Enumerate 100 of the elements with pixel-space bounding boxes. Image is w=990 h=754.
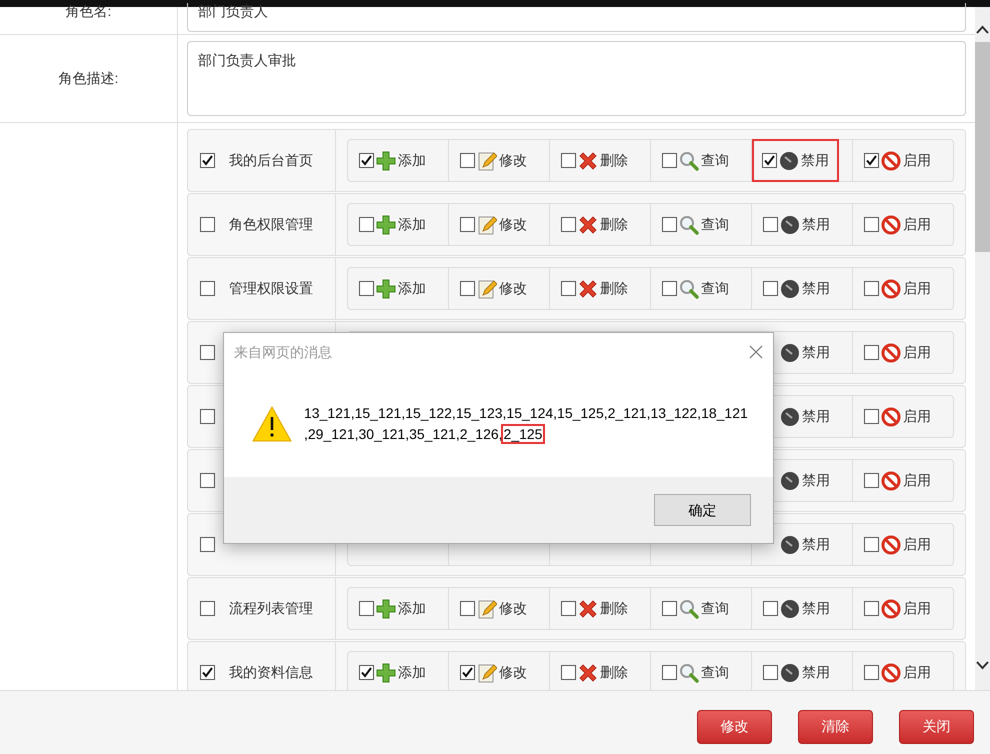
checkbox[interactable]: [359, 217, 374, 232]
checkbox[interactable]: [200, 217, 215, 232]
permission-option[interactable]: 添加: [358, 269, 427, 308]
checkbox[interactable]: [763, 217, 778, 232]
role-name-field[interactable]: 部门负责人: [187, 3, 966, 32]
checkbox[interactable]: [200, 409, 215, 424]
permission-option[interactable]: 禁用: [762, 205, 831, 244]
action-button[interactable]: 关闭: [899, 710, 974, 744]
action-button[interactable]: 清除: [798, 710, 873, 744]
checkbox[interactable]: [763, 281, 778, 296]
checkbox[interactable]: [864, 409, 879, 424]
checkbox[interactable]: [662, 281, 677, 296]
checkbox[interactable]: [460, 217, 475, 232]
permission-label: 启用: [903, 279, 931, 298]
checkbox[interactable]: [864, 473, 879, 488]
permission-option[interactable]: 禁用: [762, 589, 831, 628]
checkbox[interactable]: [359, 601, 374, 616]
checkbox[interactable]: [662, 665, 677, 680]
checkbox[interactable]: [200, 153, 215, 168]
checkbox[interactable]: [200, 601, 215, 616]
permission-option[interactable]: 删除: [560, 589, 629, 628]
magnifier-icon: [679, 598, 699, 618]
checkbox[interactable]: [460, 601, 475, 616]
checkbox[interactable]: [460, 153, 475, 168]
checkbox[interactable]: [864, 281, 879, 296]
checkbox[interactable]: [359, 153, 374, 168]
ok-button[interactable]: 确定: [654, 494, 751, 526]
scroll-thumb[interactable]: [975, 42, 990, 252]
checkbox[interactable]: [200, 345, 215, 360]
permission-option[interactable]: 修改: [459, 653, 528, 690]
permission-option[interactable]: 修改: [459, 589, 528, 628]
permission-option[interactable]: 禁用: [762, 269, 831, 308]
permission-option[interactable]: 启用: [863, 269, 932, 308]
checkbox[interactable]: [864, 601, 879, 616]
permission-option[interactable]: 查询: [661, 589, 730, 628]
permission-option[interactable]: 禁用: [762, 461, 831, 500]
checkbox[interactable]: [359, 281, 374, 296]
permission-option[interactable]: 删除: [560, 269, 629, 308]
permission-option[interactable]: 禁用: [762, 397, 831, 436]
permission-label: 启用: [903, 535, 931, 554]
checkbox[interactable]: [662, 601, 677, 616]
checkbox[interactable]: [864, 537, 879, 552]
scrollbar[interactable]: [975, 7, 990, 690]
checkbox[interactable]: [763, 665, 778, 680]
checkbox[interactable]: [762, 153, 777, 168]
action-button[interactable]: 修改: [697, 710, 772, 744]
permission-option[interactable]: 启用: [863, 461, 932, 500]
permission-option[interactable]: 删除: [560, 205, 629, 244]
scroll-up-icon[interactable]: [976, 25, 989, 34]
permission-option[interactable]: 添加: [358, 589, 427, 628]
permission-option[interactable]: 查询: [661, 205, 730, 244]
checkbox[interactable]: [460, 665, 475, 680]
checkbox[interactable]: [864, 345, 879, 360]
checkbox[interactable]: [460, 281, 475, 296]
permission-option[interactable]: 查询: [661, 141, 730, 180]
checkbox[interactable]: [864, 153, 879, 168]
permission-option[interactable]: 启用: [863, 333, 932, 372]
permission-option[interactable]: 查询: [661, 653, 730, 690]
checkbox[interactable]: [200, 281, 215, 296]
role-desc-field[interactable]: 部门负责人审批: [187, 41, 966, 116]
permission-option[interactable]: 查询: [661, 269, 730, 308]
permission-option[interactable]: 启用: [863, 525, 932, 564]
checkbox[interactable]: [200, 537, 215, 552]
checkbox[interactable]: [200, 473, 215, 488]
permission-option[interactable]: 启用: [863, 589, 932, 628]
permission-option[interactable]: 启用: [863, 653, 932, 690]
permission-option[interactable]: 启用: [863, 205, 932, 244]
checkbox[interactable]: [561, 217, 576, 232]
permission-option[interactable]: 启用: [863, 397, 932, 436]
checkbox[interactable]: [662, 153, 677, 168]
checkbox[interactable]: [561, 153, 576, 168]
permission-option[interactable]: 禁用: [754, 141, 837, 180]
permission-option[interactable]: 启用: [863, 141, 932, 180]
checkbox[interactable]: [662, 217, 677, 232]
module-name: 角色权限管理: [229, 215, 313, 234]
checkbox[interactable]: [561, 665, 576, 680]
checkbox[interactable]: [864, 665, 879, 680]
close-icon[interactable]: [749, 345, 763, 359]
warning-icon: [252, 406, 292, 442]
checkbox[interactable]: [864, 217, 879, 232]
no-sign-icon: [881, 342, 901, 362]
permission-option[interactable]: 删除: [560, 141, 629, 180]
permission-option[interactable]: 添加: [358, 205, 427, 244]
scroll-down-icon[interactable]: [976, 661, 989, 670]
checkbox[interactable]: [359, 665, 374, 680]
permission-option[interactable]: 修改: [459, 141, 528, 180]
permission-option[interactable]: 禁用: [762, 653, 831, 690]
checkbox[interactable]: [200, 665, 215, 680]
permission-option[interactable]: 禁用: [762, 333, 831, 372]
permission-option[interactable]: 添加: [358, 141, 427, 180]
checkbox[interactable]: [561, 281, 576, 296]
permission-option[interactable]: 修改: [459, 269, 528, 308]
permission-label: 禁用: [802, 407, 830, 426]
permission-label: 查询: [701, 663, 729, 682]
permission-option[interactable]: 禁用: [762, 525, 831, 564]
checkbox[interactable]: [561, 601, 576, 616]
permission-option[interactable]: 添加: [358, 653, 427, 690]
permission-option[interactable]: 修改: [459, 205, 528, 244]
checkbox[interactable]: [763, 601, 778, 616]
permission-option[interactable]: 删除: [560, 653, 629, 690]
